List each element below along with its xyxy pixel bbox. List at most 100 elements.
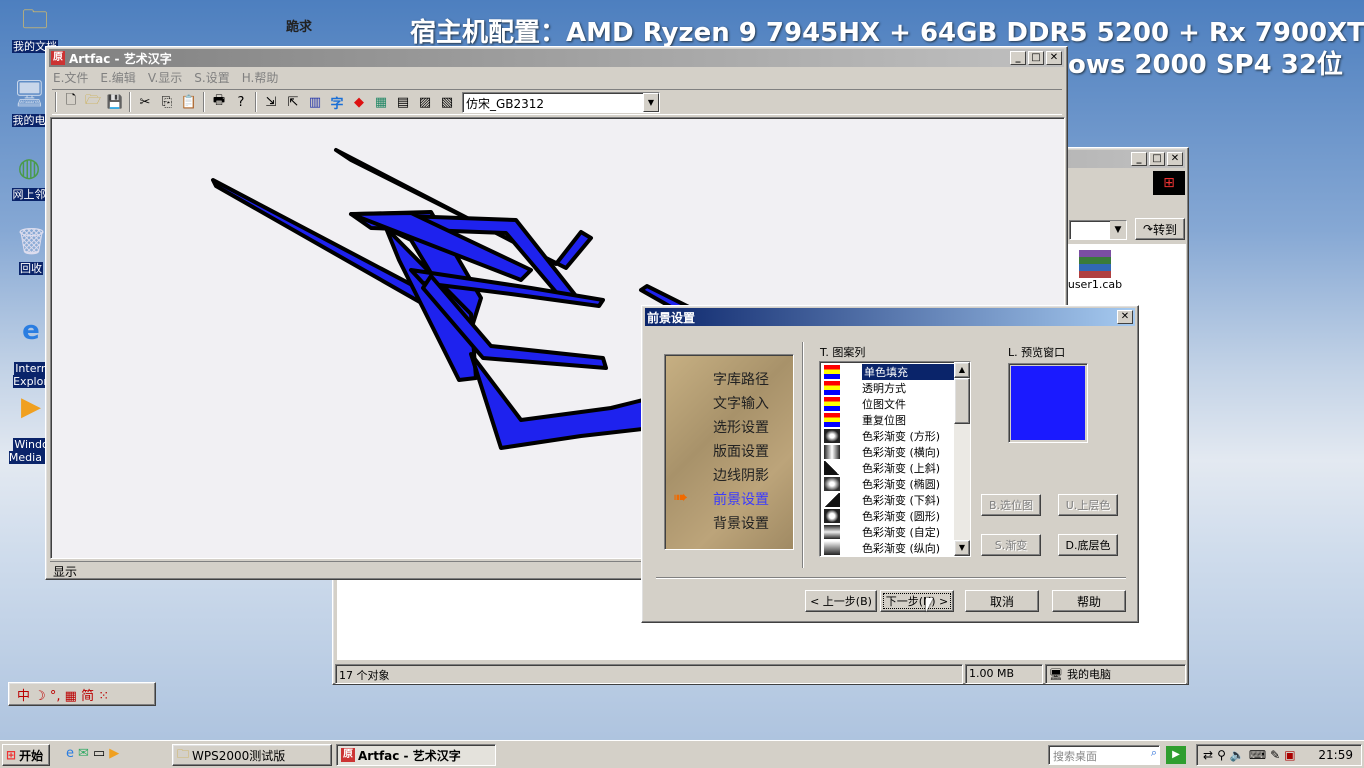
foreground-dialog[interactable]: 前景设置 ✕ 字库路径 文字输入 选形设置 版面设置 边线阴影 ➠ 前景设置 背… <box>641 305 1139 623</box>
swatch-icon <box>824 461 840 475</box>
new-file-icon[interactable]: 🗋 <box>60 91 82 113</box>
address-combo[interactable]: ▼ <box>1069 220 1127 240</box>
export-icon[interactable]: ⇱ <box>282 91 304 113</box>
show-desktop-icon[interactable]: ▭ <box>93 746 105 761</box>
pattern-gradient-down-diagonal[interactable]: 色彩渐变 (下斜) <box>822 492 954 508</box>
font-path-icon[interactable]: ▥ <box>304 91 326 113</box>
pattern-solid[interactable]: 单色填充 <box>822 364 954 380</box>
pattern-gradient-square[interactable]: 色彩渐变 (方形) <box>822 428 954 444</box>
cab-file-item[interactable]: user1.cab <box>1067 250 1123 291</box>
pattern-gradient-custom[interactable]: 色彩渐变 (自定) <box>822 524 954 540</box>
ie-quicklaunch-icon[interactable]: e <box>66 746 74 761</box>
artfac-titlebar[interactable]: 原 Artfac - 艺术汉字 _ □ ✕ <box>49 49 1064 67</box>
swatch-icon <box>824 413 840 427</box>
help-button[interactable]: 帮助 <box>1052 590 1126 612</box>
security-tray-icon[interactable]: ▣ <box>1284 748 1295 762</box>
volume-icon[interactable]: 🔈 <box>1230 748 1245 762</box>
media-player-quicklaunch-icon[interactable]: ▶ <box>109 746 119 761</box>
menu-file[interactable]: E.文件 <box>53 69 88 86</box>
magnifier-tray-icon[interactable]: ⚲ <box>1217 748 1226 762</box>
task-wps2000[interactable]: 🗀 WPS2000测试版 <box>172 744 332 766</box>
pattern-repeat-bitmap[interactable]: 重复位图 <box>822 412 954 428</box>
banner-sticker: 跪求 <box>286 20 313 35</box>
pen-tray-icon[interactable]: ✎ <box>1270 748 1280 762</box>
foreground-icon[interactable]: ▨ <box>414 91 436 113</box>
pattern-transparent[interactable]: 透明方式 <box>822 380 954 396</box>
pattern-gradient-vertical[interactable]: 色彩渐变 (纵向) <box>822 540 954 556</box>
search-icon[interactable]: ⌕ <box>1151 746 1157 760</box>
outlook-quicklaunch-icon[interactable]: ✉ <box>78 746 89 761</box>
chevron-down-icon[interactable]: ▼ <box>1110 221 1126 239</box>
scroll-down-button[interactable]: ▼ <box>954 540 970 556</box>
layout-icon[interactable]: ▦ <box>370 91 392 113</box>
dialog-titlebar[interactable]: 前景设置 ✕ <box>645 308 1135 326</box>
select-bitmap-button[interactable]: B.选位图 <box>981 494 1041 516</box>
menu-settings[interactable]: S.设置 <box>194 69 229 86</box>
clock[interactable]: 21:59 <box>1318 748 1353 762</box>
swatch-icon <box>824 477 840 491</box>
save-icon[interactable]: 💾 <box>104 91 126 113</box>
pattern-gradient-up-diagonal[interactable]: 色彩渐变 (上斜) <box>822 460 954 476</box>
pattern-bitmap[interactable]: 位图文件 <box>822 396 954 412</box>
desktop-search-input[interactable]: 搜索桌面 ⌕ <box>1048 745 1160 765</box>
next-button[interactable]: 下一步(N) > <box>880 590 954 612</box>
copy-icon[interactable]: ⎘ <box>156 91 178 113</box>
artfac-app-icon: 原 <box>51 51 65 65</box>
search-go-icon[interactable]: ▶ <box>1166 746 1186 764</box>
help-icon[interactable]: ? <box>230 91 252 113</box>
pattern-gradient-horizontal[interactable]: 色彩渐变 (横向) <box>822 444 954 460</box>
maximize-button[interactable]: □ <box>1028 51 1044 65</box>
chevron-down-icon[interactable]: ▼ <box>643 92 659 112</box>
status-objects: 17 个对象 <box>335 664 963 684</box>
paste-icon[interactable]: 📋 <box>178 91 200 113</box>
gradient-button[interactable]: S.渐变 <box>981 534 1041 556</box>
print-icon[interactable]: 🖶 <box>208 91 230 113</box>
close-button[interactable]: ✕ <box>1117 310 1133 324</box>
text-input-icon[interactable]: 字 <box>326 91 348 113</box>
scroll-up-button[interactable]: ▲ <box>954 362 970 378</box>
windows-logo-icon: ⊞ <box>6 748 17 762</box>
folder-icon: 🗀 <box>177 746 190 761</box>
open-folder-icon[interactable]: 🗁 <box>82 91 104 113</box>
minimize-button[interactable]: _ <box>1131 152 1147 166</box>
prev-button[interactable]: < 上一步(B) <box>805 590 877 612</box>
cancel-button[interactable]: 取消 <box>965 590 1039 612</box>
folder-icon: 🗀 <box>21 5 48 35</box>
network-tray-icon[interactable]: ⇄ <box>1203 748 1213 762</box>
swatch-icon <box>824 365 840 379</box>
menu-bar: E.文件 E.编辑 V.显示 S.设置 H.帮助 <box>53 69 290 86</box>
preview-swatch <box>1011 366 1085 440</box>
menu-edit[interactable]: E.编辑 <box>100 69 135 86</box>
close-button[interactable]: ✕ <box>1167 152 1183 166</box>
border-shadow-icon[interactable]: ▤ <box>392 91 414 113</box>
font-select[interactable]: 仿宋_GB2312 ▼ <box>462 91 660 113</box>
winrar-archive-icon <box>1079 250 1111 278</box>
swatch-icon <box>824 397 840 411</box>
step-font-path: 字库路径 <box>713 372 769 388</box>
ime-toolbar[interactable]: 中 ☽ °, ▦ 简 ⁙ <box>8 682 156 706</box>
pattern-gradient-circle[interactable]: 色彩渐变 (圆形) <box>822 508 954 524</box>
cut-icon[interactable]: ✂ <box>134 91 156 113</box>
goto-button[interactable]: ↷ 转到 <box>1135 218 1185 240</box>
media-player-icon: ▶ <box>21 392 41 422</box>
task-artfac[interactable]: 原 Artfac - 艺术汉字 <box>336 744 496 766</box>
pattern-scrollbar[interactable]: ▲ ▼ <box>954 362 970 556</box>
bottom-color-button[interactable]: D.底层色 <box>1058 534 1118 556</box>
maximize-button[interactable]: □ <box>1149 152 1165 166</box>
menu-help[interactable]: H.帮助 <box>242 69 279 86</box>
toolbar: 🗋 🗁 💾 ✂ ⎘ 📋 🖶 ? ⇲ ⇱ ▥ 字 ◆ ▦ ▤ ▨ ▧ 仿宋_GB2… <box>52 89 1062 115</box>
pattern-gradient-ellipse[interactable]: 色彩渐变 (椭圆) <box>822 476 954 492</box>
step-text-input: 文字输入 <box>713 396 769 412</box>
background-icon[interactable]: ▧ <box>436 91 458 113</box>
top-color-button[interactable]: U.上层色 <box>1058 494 1118 516</box>
pattern-list[interactable]: 单色填充 透明方式 位图文件 重复位图 色彩渐变 (方形) 色彩渐变 (横向) … <box>819 361 971 557</box>
start-button[interactable]: ⊞ 开始 <box>2 744 50 766</box>
minimize-button[interactable]: _ <box>1010 51 1026 65</box>
scroll-thumb[interactable] <box>954 378 970 424</box>
close-button[interactable]: ✕ <box>1046 51 1062 65</box>
keyboard-tray-icon[interactable]: ⌨ <box>1249 748 1266 762</box>
import-icon[interactable]: ⇲ <box>260 91 282 113</box>
shape-icon[interactable]: ◆ <box>348 91 370 113</box>
menu-view[interactable]: V.显示 <box>148 69 182 86</box>
step-foreground: ➠ 前景设置 <box>673 487 769 508</box>
